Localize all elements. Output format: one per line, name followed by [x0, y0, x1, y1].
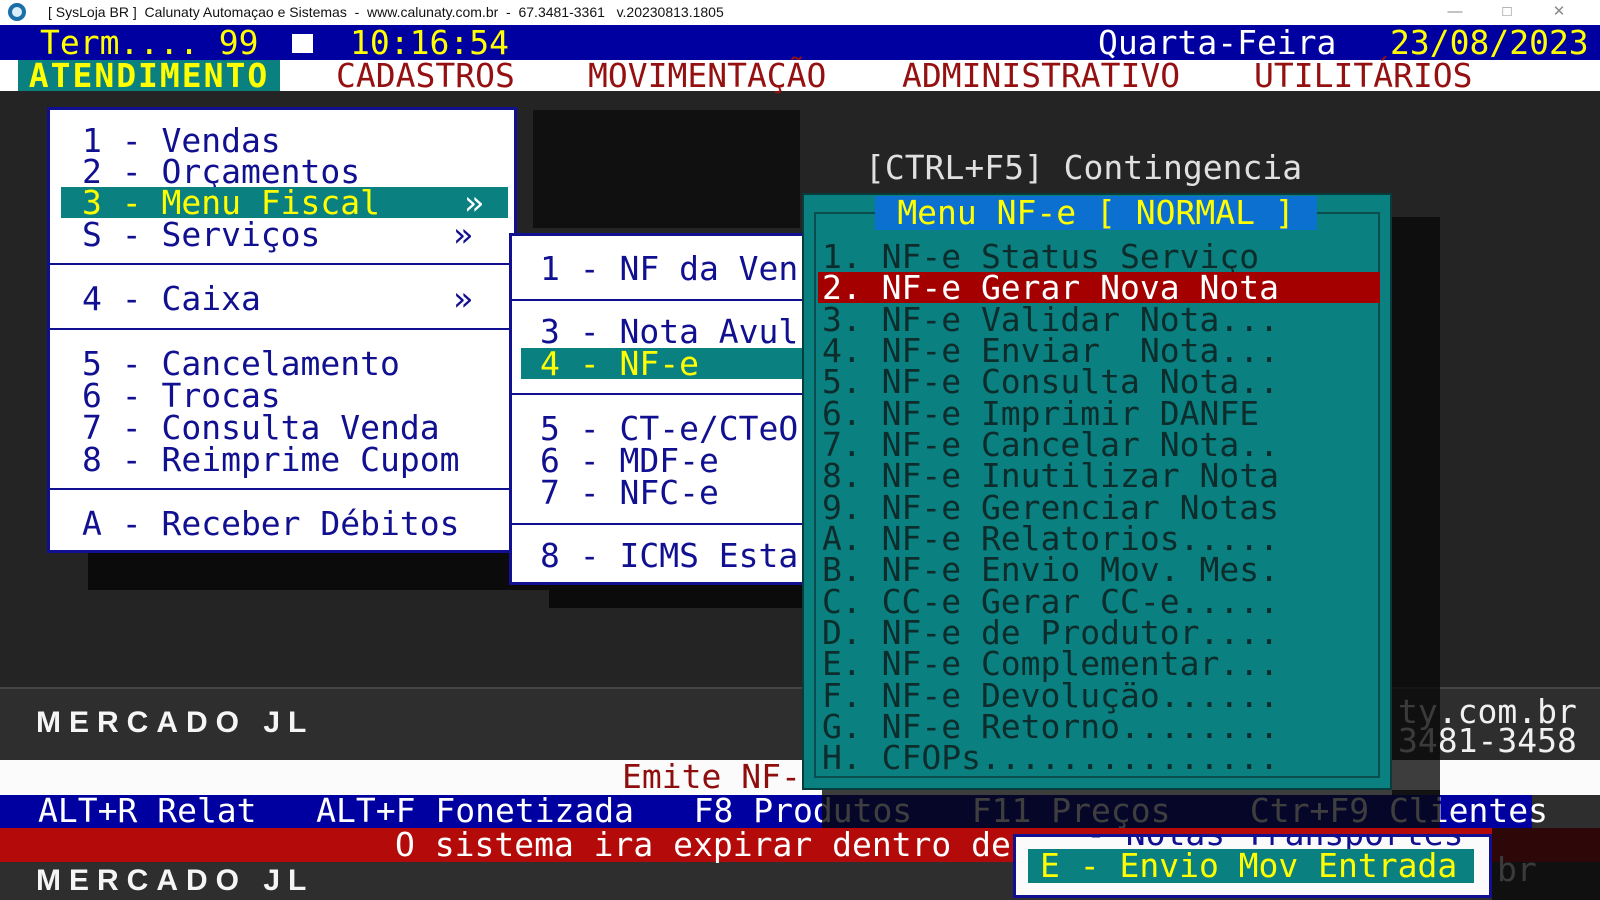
atendimento-dropdown: 1 - Vendas 2 - Orçamentos 3 - Menu Fisca… [47, 107, 517, 553]
menu-item-menu-fiscal[interactable]: 3 - Menu Fiscal» [61, 187, 508, 218]
nfe-item-gerar-nova-nota[interactable]: 2. NF-e Gerar Nova Nota [818, 272, 1380, 303]
close-button[interactable]: ✕ [1542, 1, 1576, 23]
weekday-label: Quarta-Feira [1098, 25, 1336, 60]
menu-bar: ATENDIMENTO CADASTROS MOVIMENTAÇÃO ADMIN… [0, 60, 1600, 91]
nfe-menu-title: Menu NF-e [ NORMAL ] [875, 196, 1317, 230]
entrada-menu: - Notas Transportes E - Envio Mov Entrad… [1013, 834, 1492, 898]
menu-item-label: 8 - Reimprime Cupom [82, 440, 460, 479]
maximize-button[interactable]: □ [1490, 1, 1524, 23]
menu-separator [50, 488, 514, 490]
nfe-item-complementar[interactable]: E. NF-e Complementar... [822, 648, 1376, 679]
app-icon [8, 3, 26, 21]
menu-item-servicos[interactable]: S - Serviços» [50, 219, 514, 250]
nfe-menu-shadow-bottom [822, 790, 1440, 828]
menu-item-receber-debitos[interactable]: A - Receber Débitos [50, 508, 514, 539]
menu-item-label: 7 - NFC-e [540, 473, 719, 512]
menu-cadastros[interactable]: CADASTROS [336, 60, 515, 91]
status-indicator [292, 34, 313, 53]
menu-item-label: A - Receber Débitos [82, 504, 460, 543]
menu-utilitarios[interactable]: UTILITÁRIOS [1254, 60, 1473, 91]
menu-item-caixa[interactable]: 4 - Caixa» [50, 283, 514, 314]
menu-atendimento[interactable]: ATENDIMENTO [18, 60, 280, 91]
menu-item-cancelamento[interactable]: 5 - Cancelamento [50, 348, 514, 379]
menu-item-label: 1 - NF da Ven [540, 249, 798, 288]
menu-item-reimprime-cupom[interactable]: 8 - Reimprime Cupom [50, 444, 514, 475]
menu-item-trocas[interactable]: 6 - Trocas [50, 380, 514, 411]
submenu-arrow-icon: » [453, 283, 473, 314]
nfe-item-envio-mov-mes[interactable]: B. NF-e Envio Mov. Mes. [822, 554, 1376, 585]
contingencia-label: [CTRL+F5] Contingencia [865, 150, 1302, 185]
menu-separator [50, 263, 514, 265]
menu-item-label: E - Envio Mov Entrada [1040, 849, 1457, 883]
store-name-top: MERCADO JL [36, 706, 314, 740]
minimize-button[interactable]: — [1438, 1, 1472, 23]
menu-item-consulta-venda[interactable]: 7 - Consulta Venda [50, 412, 514, 443]
menu-item-label: 4 - Caixa [82, 279, 261, 318]
menu-item-label: S - Serviços [82, 215, 320, 254]
clock: 10:16:54 [350, 25, 509, 60]
nfe-item-consulta-nota[interactable]: 5. NF-e Consulta Nota.. [822, 366, 1376, 397]
entrada-menu-shadow [1492, 828, 1600, 900]
menu-item-label: 4 - NF-e [540, 344, 699, 383]
black-panel [533, 110, 800, 228]
menu-item-label: 8 - ICMS Esta [540, 536, 798, 575]
entrada-selected-item[interactable]: E - Envio Mov Entrada [1028, 849, 1474, 883]
expiry-message-text: O sistema ira expirar dentro de [395, 827, 1011, 862]
terminal-label: Term.... 99 [40, 25, 259, 60]
submenu-arrow-icon: » [464, 187, 484, 218]
menu-shadow-1 [88, 553, 558, 590]
menu-separator [50, 328, 514, 330]
nfe-item-inutilizar-nota[interactable]: 8. NF-e Inutilizar Nota [822, 460, 1376, 491]
hint-text: Emite NF- [622, 759, 801, 794]
nfe-item-cfops[interactable]: H. CFOPs............... [822, 742, 1376, 773]
menu-administrativo[interactable]: ADMINISTRATIVO [902, 60, 1180, 91]
menu-item-label: H. CFOPs............... [822, 738, 1279, 777]
date-label: 23/08/2023 [1390, 25, 1589, 60]
store-name-bottom: MERCADO JL [36, 864, 314, 898]
status-bar: Term.... 99 10:16:54 Quarta-Feira 23/08/… [0, 25, 1600, 60]
menu-movimentacao[interactable]: MOVIMENTAÇÃO [588, 60, 826, 91]
nfe-menu-shadow-right [1392, 217, 1440, 795]
title-bar: [ SysLoja BR ] Calunaty Automaçao e Sist… [0, 0, 1600, 25]
submenu-arrow-icon: » [453, 219, 473, 250]
menu-shadow-2 [549, 583, 822, 608]
nfe-menu: Menu NF-e [ NORMAL ] 1. NF-e Status Serv… [802, 193, 1392, 790]
window-title: [ SysLoja BR ] Calunaty Automaçao e Sist… [48, 4, 724, 20]
